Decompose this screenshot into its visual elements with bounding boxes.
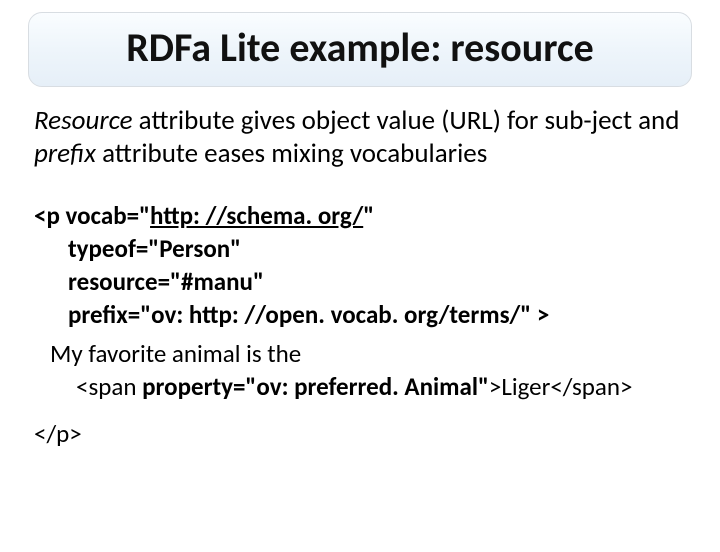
code-l6b: property="ov: preferred. Animal" xyxy=(142,371,489,402)
intro-word-resource: Resource xyxy=(34,104,133,137)
code-block: <p vocab="http: //schema. org/" typeof="… xyxy=(34,199,686,450)
code-line-7: </p> xyxy=(34,417,686,450)
code-line-5: My favorite animal is the xyxy=(34,337,686,370)
code-line-6: <span property="ov: preferred. Animal">L… xyxy=(34,370,686,403)
code-line-4: prefix="ov: http: //open. vocab. org/ter… xyxy=(34,298,686,331)
code-line-2: typeof="Person" xyxy=(34,232,686,265)
intro-word-prefix: prefix xyxy=(34,137,96,170)
intro-text-2: attribute eases mixing vocabularies xyxy=(96,137,487,170)
intro-text-1: attribute gives object value (URL) for s… xyxy=(133,104,680,137)
code-l6a: <span xyxy=(76,371,142,402)
code-l6c: >Liger</span> xyxy=(489,371,633,402)
slide: RDFa Lite example: resource Resource att… xyxy=(0,12,720,552)
page-title: RDFa Lite example: resource xyxy=(49,23,671,72)
code-line-1: <p vocab="http: //schema. org/" xyxy=(34,199,686,232)
title-box: RDFa Lite example: resource xyxy=(28,12,692,87)
code-l1a: <p vocab=" xyxy=(34,200,150,231)
intro-paragraph: Resource attribute gives object value (U… xyxy=(34,105,686,171)
body: Resource attribute gives object value (U… xyxy=(34,105,686,450)
code-l1c: " xyxy=(363,200,374,231)
code-l1b: http: //schema. org/ xyxy=(150,200,363,231)
code-line-3: resource="#manu" xyxy=(34,265,686,298)
